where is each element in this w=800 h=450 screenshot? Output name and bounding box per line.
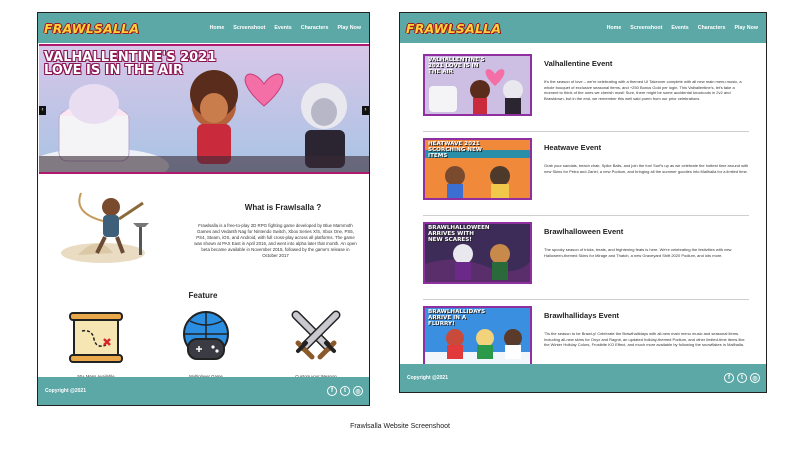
instagram-icon[interactable]: ◎ <box>353 386 363 396</box>
site-logo[interactable]: FRAWLSALLA <box>44 21 139 36</box>
event-thumbnail[interactable]: VALHALLENTINE'S 2021 LOVE IS IN THE AIR <box>423 54 532 116</box>
social-links: f t ◎ <box>327 386 363 396</box>
event-thumbnail[interactable]: HEATWAVE 2021 SCORCHING NEW ITEMS <box>423 138 532 200</box>
about-title: What is Frawlsalla ? <box>244 203 322 212</box>
event-description: 'Tis the season to be Brawl-y! Celebrate… <box>544 331 745 348</box>
event-title: Valhallentine Event <box>544 59 613 68</box>
event-title: Heatwave Event <box>544 143 602 152</box>
event-thumbnail[interactable]: BRAWLHALLOWEEN ARRIVES WITH NEW SCARES! <box>423 222 532 284</box>
footer: Copyright @2021 f t ◎ <box>38 377 369 405</box>
nav-characters[interactable]: Characters <box>698 25 726 31</box>
navbar: FRAWLSALLA Home Screenshoot Events Chara… <box>400 13 766 43</box>
feature-title: Feature <box>188 291 218 300</box>
nav-play-now[interactable]: Play Now <box>734 25 758 31</box>
event-title: Brawlhallidays Event <box>544 311 620 320</box>
twitter-icon[interactable]: t <box>737 373 747 383</box>
event-description: The spooky season of tricks, treats, and… <box>544 247 732 258</box>
event-thumb-caption: HEATWAVE 2021 SCORCHING NEW ITEMS <box>428 141 482 159</box>
about-text: Frawlsalla is a free-to-play 2D RPG figh… <box>194 223 357 258</box>
event-thumbnail[interactable]: BRAWLHALLIDAYS ARRIVE IN A FLURRY! <box>423 306 532 368</box>
nav-screenshoot[interactable]: Screenshoot <box>233 25 265 31</box>
navbar: FRAWLSALLA Home Screenshoot Events Chara… <box>38 13 369 43</box>
event-card: VALHALLENTINE'S 2021 LOVE IS IN THE AIR … <box>423 51 749 129</box>
carousel-prev-button[interactable]: ‹ <box>39 106 46 115</box>
home-page-screenshot: FRAWLSALLA Home Screenshoot Events Chara… <box>37 12 370 406</box>
nav-links: Home Screenshoot Events Characters Play … <box>210 25 361 31</box>
feature-multiplayer: Multiplayer Game <box>171 309 241 379</box>
nav-events[interactable]: Events <box>671 25 688 31</box>
facebook-icon[interactable]: f <box>327 386 337 396</box>
event-thumb-caption: BRAWLHALLIDAYS ARRIVE IN A FLURRY! <box>428 309 486 327</box>
event-divider <box>423 131 749 132</box>
nav-play-now[interactable]: Play Now <box>337 25 361 31</box>
instagram-icon[interactable]: ◎ <box>750 373 760 383</box>
figure-caption: Frawlsalla Website Screenshoot <box>350 423 450 430</box>
twitter-icon[interactable]: t <box>340 386 350 396</box>
event-title: Brawlhalloween Event <box>544 227 624 236</box>
copyright: Copyright @2021 <box>45 388 86 394</box>
event-divider <box>423 215 749 216</box>
event-divider <box>423 299 749 300</box>
treasure-map-icon <box>69 312 123 363</box>
site-logo[interactable]: FRAWLSALLA <box>406 21 501 36</box>
social-links: f t ◎ <box>724 373 760 383</box>
nav-screenshoot[interactable]: Screenshoot <box>630 25 662 31</box>
event-description: It's the season of love – we're celebrat… <box>544 79 742 101</box>
copyright: Copyright @2021 <box>407 375 448 381</box>
crossed-swords-icon <box>291 310 341 360</box>
nav-characters[interactable]: Characters <box>301 25 329 31</box>
carousel-next-button[interactable]: › <box>362 106 369 115</box>
facebook-icon[interactable]: f <box>724 373 734 383</box>
event-card: BRAWLHALLOWEEN ARRIVES WITH NEW SCARES! … <box>423 219 749 297</box>
event-thumb-caption: VALHALLENTINE'S 2021 LOVE IS IN THE AIR <box>428 57 485 75</box>
event-card: HEATWAVE 2021 SCORCHING NEW ITEMS Heatwa… <box>423 135 749 213</box>
footer: Copyright @2021 f t ◎ <box>400 364 766 392</box>
nav-events[interactable]: Events <box>274 25 291 31</box>
events-page-screenshot: FRAWLSALLA Home Screenshoot Events Chara… <box>399 12 767 393</box>
nav-home[interactable]: Home <box>607 25 622 31</box>
nav-links: Home Screenshoot Events Characters Play … <box>607 25 758 31</box>
hero-banner: VALHALLENTINE'S 2021 LOVE IS IN THE AIR … <box>39 44 369 174</box>
event-thumb-caption: BRAWLHALLOWEEN ARRIVES WITH NEW SCARES! <box>428 225 490 243</box>
event-description: Grab your sandals, beach chair, Spike Ba… <box>544 163 749 174</box>
hero-title: VALHALLENTINE'S 2021 LOVE IS IN THE AIR <box>44 50 217 78</box>
feature-maps: 50+ Maps Available <box>61 309 131 379</box>
globe-gamepad-icon <box>183 311 229 360</box>
nav-home[interactable]: Home <box>210 25 225 31</box>
feature-weapon: Custom your Weapon <box>281 309 351 379</box>
character-illustration <box>61 192 149 263</box>
